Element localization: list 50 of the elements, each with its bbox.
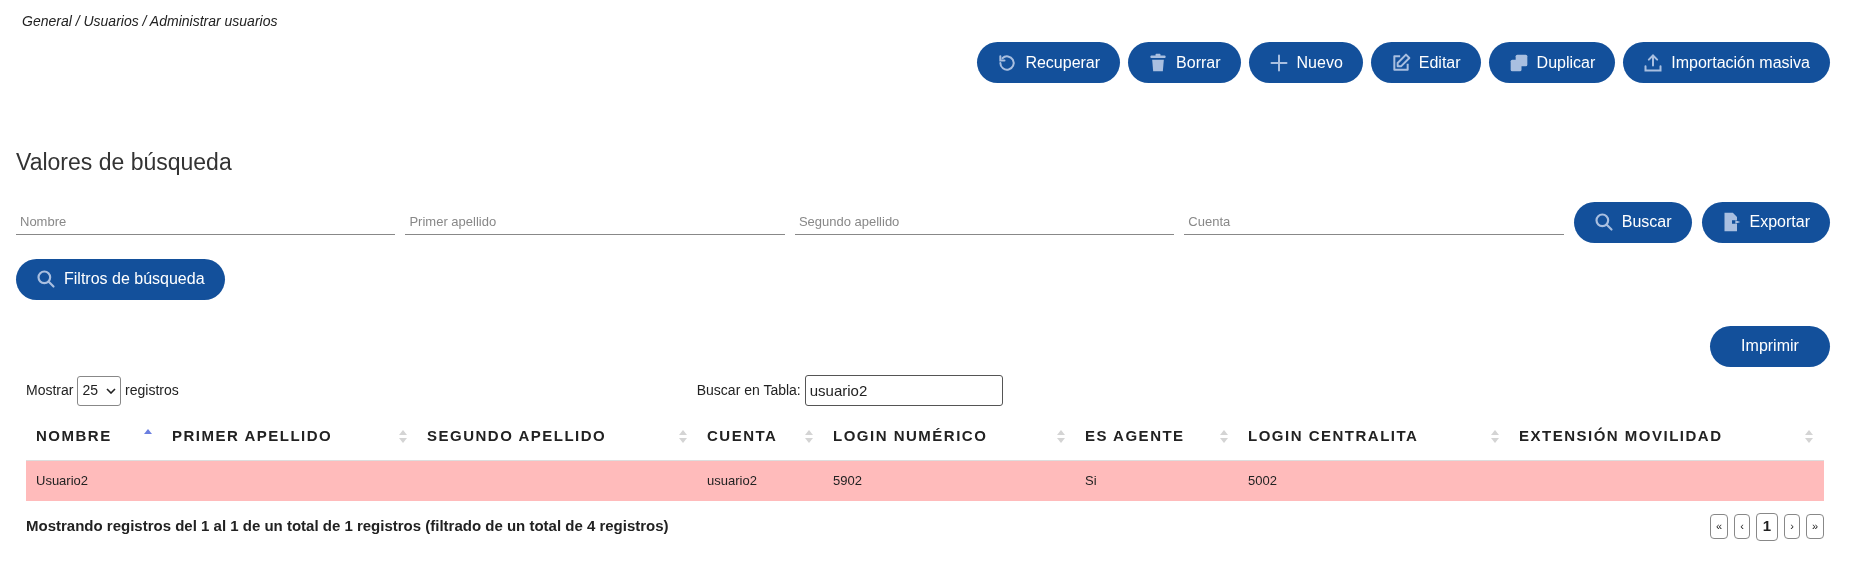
chevron-down-icon bbox=[106, 387, 117, 394]
copy-icon bbox=[1508, 52, 1529, 73]
toolbar-button[interactable]: Nuevo bbox=[1248, 42, 1363, 83]
column-header[interactable]: LOGIN CENTRALITA bbox=[1238, 424, 1509, 448]
toolbar-button[interactable]: Duplicar bbox=[1488, 42, 1616, 83]
toolbar-button[interactable]: Importación masiva bbox=[1623, 42, 1830, 83]
column-header[interactable]: LOGIN NUMÉRICO bbox=[823, 424, 1075, 448]
page-button[interactable]: › bbox=[1784, 514, 1800, 539]
trash-icon bbox=[1148, 52, 1169, 73]
section-title: Valores de búsqueda bbox=[16, 148, 233, 177]
table-info: Mostrando registros del 1 al 1 de un total de 1 registros (filtrado de un total de 4 registros) bbox=[26, 516, 669, 537]
column-header[interactable]: ES AGENTE bbox=[1075, 424, 1238, 448]
search-icon bbox=[36, 269, 56, 289]
page-button[interactable]: » bbox=[1805, 514, 1824, 539]
records-label: registros bbox=[125, 381, 179, 400]
column-header[interactable]: EXTENSIÓN MOVILIDAD bbox=[1509, 424, 1823, 448]
table-cell: 5902 bbox=[833, 472, 862, 488]
column-header[interactable]: PRIMER APELLIDO bbox=[162, 424, 417, 448]
toolbar-button[interactable]: Recuperar bbox=[977, 42, 1121, 83]
toolbar-button[interactable]: Editar bbox=[1370, 42, 1481, 83]
action-button[interactable]: Buscar bbox=[1573, 201, 1692, 243]
edit-icon bbox=[1390, 52, 1411, 73]
input-field[interactable]: Segundo apellido bbox=[794, 209, 1175, 235]
print-button[interactable]: Imprimir bbox=[1710, 325, 1830, 367]
table-cell: 5002 bbox=[1248, 472, 1277, 488]
show-label: Mostrar bbox=[26, 381, 74, 400]
column-header[interactable]: NOMBRE bbox=[26, 424, 162, 448]
table-cell: Si bbox=[1085, 472, 1097, 488]
table-search-label: Buscar en Tabla: bbox=[696, 381, 801, 400]
breadcrumb: General / Usuarios / Administrar usuarios bbox=[22, 12, 279, 31]
action-button[interactable]: Exportar bbox=[1701, 201, 1830, 243]
toolbar-button[interactable]: Borrar bbox=[1128, 42, 1241, 83]
page-button[interactable]: 1 bbox=[1755, 512, 1779, 541]
table-cell: usuario2 bbox=[707, 472, 757, 488]
filters-button[interactable]: Filtros de búsqueda bbox=[16, 258, 225, 300]
plus-icon bbox=[1268, 52, 1289, 73]
undo-icon bbox=[997, 52, 1018, 73]
page-size-select[interactable]: 25 bbox=[77, 375, 122, 406]
page-button[interactable]: « bbox=[1710, 514, 1729, 539]
input-field[interactable]: Primer apellido bbox=[405, 209, 785, 235]
page-button[interactable]: ‹ bbox=[1734, 514, 1750, 539]
upload-icon bbox=[1643, 52, 1664, 73]
table-search-field[interactable]: usuario2 bbox=[804, 375, 1003, 406]
search-icon bbox=[1593, 212, 1614, 232]
input-field[interactable]: Nombre bbox=[16, 209, 396, 235]
input-field[interactable]: Cuenta bbox=[1184, 209, 1564, 235]
table-cell: Usuario2 bbox=[36, 472, 89, 488]
column-header[interactable]: SEGUNDO APELLIDO bbox=[417, 424, 697, 448]
table-row[interactable]: Usuario2 usuario2 5902 Si 5002 bbox=[26, 460, 1824, 501]
column-header[interactable]: CUENTA bbox=[697, 424, 823, 448]
